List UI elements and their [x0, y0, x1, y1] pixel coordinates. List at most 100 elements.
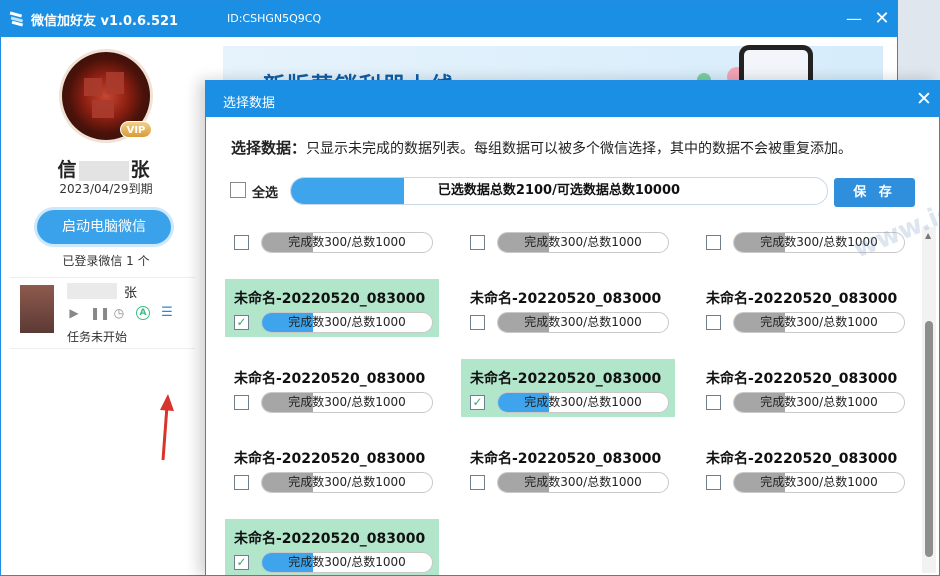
total-progress-bar: 已选数据总数2100/可选数据总数10000 — [290, 177, 828, 205]
data-item-name: 未命名-20220520_083000 — [470, 451, 662, 467]
data-item-progress-text: 完成数300/总数1000 — [288, 235, 406, 249]
data-item-progress-text: 完成数300/总数1000 — [288, 395, 406, 409]
user-name-start: 信 — [57, 159, 77, 181]
data-item-checkbox[interactable] — [470, 475, 485, 490]
data-item-checkbox[interactable]: ✓ — [234, 555, 249, 570]
red-arrow-annotation — [160, 394, 174, 461]
logged-count: 已登录微信 1 个 — [62, 254, 150, 268]
expire-date: 2023/04/29到期 — [59, 182, 153, 196]
data-item-name: 未命名-20220520_083000 — [234, 531, 426, 547]
account-name-blur — [67, 283, 117, 299]
data-item-checkbox[interactable] — [470, 235, 485, 250]
data-item-name: 未命名-20220520_083000 — [470, 371, 662, 387]
save-button[interactable]: 保 存 — [834, 178, 915, 207]
name-blur — [78, 160, 129, 181]
data-item-checkbox[interactable] — [706, 315, 721, 330]
data-item-checkbox[interactable] — [706, 475, 721, 490]
main-titlebar: 微信加好友 v1.0.6.521 ID:CSHGN5Q9CQ — ✕ — [1, 1, 897, 37]
select-data-dialog: 选择数据 ✕ 选择数据：只显示未完成的数据列表。每组数据可以被多个微信选择，其中… — [205, 80, 940, 576]
data-item-checkbox[interactable] — [706, 235, 721, 250]
minimize-button[interactable]: — — [841, 7, 867, 31]
data-item-checkbox[interactable] — [234, 395, 249, 410]
data-item-progress-text: 完成数300/总数1000 — [288, 475, 406, 489]
data-item-checkbox[interactable]: ✓ — [234, 315, 249, 330]
account-name: 张 — [124, 286, 138, 301]
data-item-progress-bar: 完成数300/总数1000 — [261, 552, 433, 573]
pause-icon[interactable]: ❚❚ — [90, 306, 110, 320]
device-id: ID:CSHGN5Q9CQ — [227, 12, 322, 25]
data-item[interactable]: 完成数300/总数1000 — [225, 227, 439, 257]
data-item-checkbox[interactable] — [234, 235, 249, 250]
instruction-body: 只显示未完成的数据列表。每组数据可以被多个微信选择，其中的数据不会被重复添加。 — [306, 141, 853, 157]
start-wechat-button[interactable]: 启动电脑微信 — [37, 210, 171, 244]
data-item-progress-text: 完成数300/总数1000 — [524, 475, 642, 489]
data-item[interactable]: 未命名-20220520_083000 完成数300/总数1000 — [225, 439, 439, 497]
data-item-name: 未命名-20220520_083000 — [234, 371, 426, 387]
task-status: 任务未开始 — [67, 330, 128, 344]
data-item-progress-bar: 完成数300/总数1000 — [261, 392, 433, 413]
data-item-progress-bar: 完成数300/总数1000 — [261, 312, 433, 333]
data-item-progress-bar: 完成数300/总数1000 — [497, 232, 669, 253]
account-card[interactable]: 张 ▶ ❚❚ ◷ A ☰ 任务未开始 — [10, 277, 195, 349]
total-progress-text: 已选数据总数2100/可选数据总数10000 — [437, 183, 681, 198]
instruction-text: 选择数据：只显示未完成的数据列表。每组数据可以被多个微信选择，其中的数据不会被重… — [231, 137, 852, 158]
close-main-button[interactable]: ✕ — [869, 7, 895, 31]
data-grid: 完成数300/总数1000 完成数300/总数1000 完成数300/总数1000 未… — [206, 227, 921, 575]
data-item-progress-text: 完成数300/总数1000 — [760, 235, 878, 249]
data-item[interactable]: 完成数300/总数1000 — [697, 227, 911, 257]
data-item[interactable]: 未命名-20220520_083000 完成数300/总数1000 — [461, 279, 675, 337]
data-item-progress-bar: 完成数300/总数1000 — [497, 312, 669, 333]
play-icon[interactable]: ▶ — [67, 306, 81, 320]
data-item-checkbox[interactable] — [706, 395, 721, 410]
dialog-title: 选择数据 — [223, 96, 276, 111]
data-item[interactable]: 未命名-20220520_083000 ✓ 完成数300/总数1000 — [225, 519, 439, 575]
data-item-progress-text: 完成数300/总数1000 — [288, 555, 406, 569]
vip-badge: VIP — [120, 121, 152, 138]
data-item-name: 未命名-20220520_083000 — [470, 291, 662, 307]
data-item-checkbox[interactable] — [234, 475, 249, 490]
data-item[interactable]: 未命名-20220520_083000 ✓ 完成数300/总数1000 — [461, 359, 675, 417]
data-item-name: 未命名-20220520_083000 — [234, 291, 426, 307]
data-item-progress-bar: 完成数300/总数1000 — [261, 472, 433, 493]
app-logo-icon — [9, 11, 24, 27]
data-list-icon[interactable]: ☰ — [160, 306, 174, 320]
auto-icon[interactable]: A — [136, 306, 150, 320]
scroll-up-icon[interactable]: ▲ — [925, 231, 931, 240]
data-item-progress-text: 完成数300/总数1000 — [524, 315, 642, 329]
vertical-scrollbar[interactable]: ▲ — [922, 227, 936, 573]
data-item-name: 未命名-20220520_083000 — [706, 451, 898, 467]
data-item-name: 未命名-20220520_083000 — [706, 371, 898, 387]
data-item-progress-text: 完成数300/总数1000 — [760, 395, 878, 409]
data-item-checkbox[interactable]: ✓ — [470, 395, 485, 410]
data-item-progress-bar: 完成数300/总数1000 — [497, 392, 669, 413]
data-item-progress-text: 完成数300/总数1000 — [760, 315, 878, 329]
data-item-progress-bar: 完成数300/总数1000 — [733, 392, 905, 413]
data-item-progress-bar: 完成数300/总数1000 — [261, 232, 433, 253]
data-item[interactable]: 未命名-20220520_083000 ✓ 完成数300/总数1000 — [225, 279, 439, 337]
data-item-name: 未命名-20220520_083000 — [234, 451, 426, 467]
data-item-progress-bar: 完成数300/总数1000 — [733, 472, 905, 493]
data-item-progress-bar: 完成数300/总数1000 — [733, 232, 905, 253]
data-item[interactable]: 完成数300/总数1000 — [461, 227, 675, 257]
data-item-progress-text: 完成数300/总数1000 — [760, 475, 878, 489]
left-panel: VIP 信张 2023/04/29到期 启动电脑微信 已登录微信 1 个 张 ▶… — [1, 37, 206, 575]
data-item[interactable]: 未命名-20220520_083000 完成数300/总数1000 — [697, 439, 911, 497]
clock-icon[interactable]: ◷ — [112, 306, 126, 320]
account-avatar — [20, 285, 54, 333]
data-item-progress-bar: 完成数300/总数1000 — [733, 312, 905, 333]
select-all-label[interactable]: 全选 — [252, 182, 278, 201]
data-item-progress-text: 完成数300/总数1000 — [288, 315, 406, 329]
scroll-thumb[interactable] — [925, 321, 933, 557]
data-item[interactable]: 未命名-20220520_083000 完成数300/总数1000 — [697, 359, 911, 417]
user-name: 信张 — [1, 155, 206, 182]
select-all-checkbox[interactable] — [230, 182, 246, 198]
data-item[interactable]: 未命名-20220520_083000 完成数300/总数1000 — [225, 359, 439, 417]
data-item-progress-text: 完成数300/总数1000 — [524, 235, 642, 249]
user-name-end: 张 — [130, 159, 150, 181]
data-item-name: 未命名-20220520_083000 — [706, 291, 898, 307]
data-item[interactable]: 未命名-20220520_083000 完成数300/总数1000 — [461, 439, 675, 497]
data-item-checkbox[interactable] — [470, 315, 485, 330]
data-item[interactable]: 未命名-20220520_083000 完成数300/总数1000 — [697, 279, 911, 337]
instruction-label: 选择数据： — [231, 139, 307, 157]
close-dialog-button[interactable]: ✕ — [912, 87, 936, 111]
